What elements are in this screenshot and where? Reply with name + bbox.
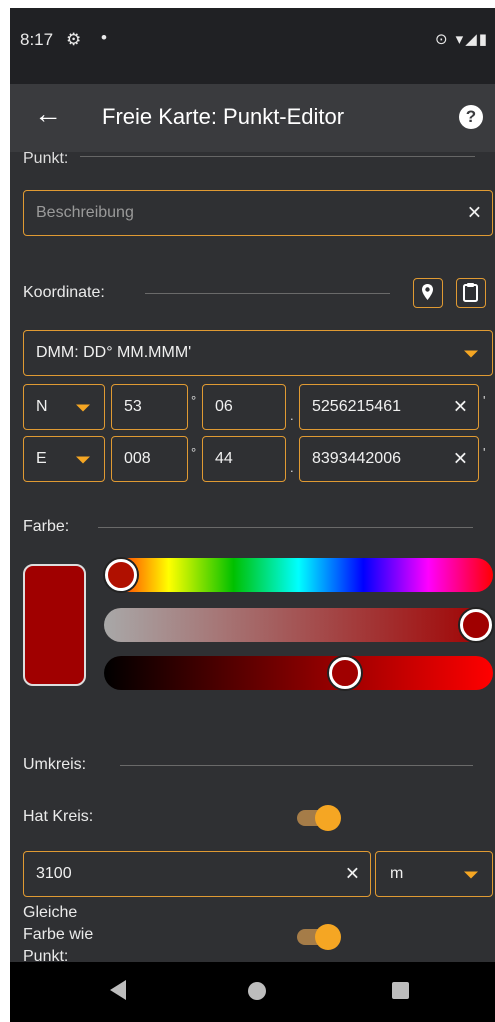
point-section-label: Punkt: — [23, 152, 69, 167]
saturation-slider-knob[interactable] — [460, 609, 492, 641]
minute-symbol: ' — [483, 393, 486, 408]
longitude-degrees-value: 008 — [124, 450, 151, 467]
color-section-label: Farbe: — [23, 518, 70, 535]
decimal-dot: . — [290, 460, 294, 475]
toggle-thumb — [315, 924, 341, 950]
latitude-minutes-input[interactable]: 06 — [202, 384, 286, 430]
decimal-dot: . — [290, 408, 294, 423]
latitude-minutes-value: 06 — [215, 398, 233, 415]
settings-icon: ⚙ — [66, 30, 82, 49]
status-time: 8:17 — [20, 30, 54, 49]
status-bar: 8:17 ⚙ • ⊙ ▾◢▮ — [10, 8, 495, 84]
brightness-slider-knob[interactable] — [328, 657, 361, 689]
degree-symbol: ° — [191, 393, 197, 408]
latitude-fraction-input[interactable]: 5256215461 ✕ — [299, 384, 479, 430]
clear-radius-icon[interactable]: ✕ — [345, 864, 360, 885]
circle-divider — [120, 765, 473, 766]
longitude-minutes-value: 44 — [215, 450, 233, 467]
point-section-divider — [80, 156, 475, 157]
toggle-thumb — [315, 805, 341, 831]
circle-section-label: Umkreis: — [23, 756, 87, 773]
clear-latitude-icon[interactable]: ✕ — [453, 397, 468, 418]
help-icon[interactable]: ? — [459, 105, 483, 129]
description-placeholder: Beschreibung — [36, 204, 134, 221]
has-circle-toggle[interactable] — [297, 805, 341, 831]
brightness-slider[interactable] — [104, 656, 493, 690]
chevron-down-icon — [464, 871, 478, 879]
has-circle-label: Hat Kreis: — [23, 808, 94, 825]
longitude-hemisphere-value: E — [36, 450, 47, 467]
radius-unit-value: m — [390, 865, 404, 882]
same-color-label-line-1: Gleiche — [23, 904, 78, 921]
chevron-down-icon — [76, 404, 90, 412]
radius-unit-select[interactable]: m — [375, 851, 493, 897]
editor-content[interactable]: Punkt: Beschreibung ✕ Koordinate: DMM: D… — [10, 152, 495, 962]
coordinate-section-label: Koordinate: — [23, 284, 105, 301]
nav-recents-icon[interactable] — [392, 982, 409, 999]
page-title: Freie Karte: Punkt-Editor — [102, 104, 345, 129]
paste-clipboard-button[interactable] — [456, 278, 486, 308]
hue-slider[interactable] — [104, 558, 493, 592]
clear-longitude-icon[interactable]: ✕ — [453, 449, 468, 470]
latitude-hemisphere-select[interactable]: N — [23, 384, 105, 430]
status-icons: ⊙ ▾◢▮ — [434, 31, 489, 48]
longitude-degrees-input[interactable]: 008 — [111, 436, 188, 482]
location-pin-button[interactable] — [413, 278, 443, 308]
same-color-label-line-3: Punkt: — [23, 948, 69, 962]
radius-value: 3100 — [36, 865, 72, 882]
phone-screen: 8:17 ⚙ • ⊙ ▾◢▮ ← Freie Karte: Punkt-Edit… — [10, 8, 495, 1022]
back-arrow-icon[interactable]: ← — [34, 98, 62, 130]
location-pin-icon — [422, 284, 433, 300]
coordinate-divider — [145, 293, 390, 294]
latitude-fraction-value: 5256215461 — [312, 398, 401, 415]
same-color-label-line-2: Farbe wie — [23, 926, 94, 943]
nav-back-icon[interactable] — [110, 980, 126, 1000]
nav-home-icon[interactable] — [248, 982, 266, 1000]
coordinate-format-select[interactable]: DMM: DD° MM.MMM' — [23, 330, 493, 376]
color-divider — [98, 527, 473, 528]
degree-symbol: ° — [191, 445, 197, 460]
clear-description-icon[interactable]: ✕ — [467, 203, 482, 224]
app-bar: ← Freie Karte: Punkt-Editor ? — [10, 84, 495, 152]
longitude-minutes-input[interactable]: 44 — [202, 436, 286, 482]
latitude-degrees-value: 53 — [124, 398, 142, 415]
coordinate-format-value: DMM: DD° MM.MMM' — [36, 344, 192, 361]
description-input[interactable]: Beschreibung ✕ — [23, 190, 493, 236]
radius-input[interactable]: 3100 ✕ — [23, 851, 371, 897]
longitude-hemisphere-select[interactable]: E — [23, 436, 105, 482]
hue-slider-knob[interactable] — [105, 559, 137, 591]
notification-dot-icon: • — [101, 28, 107, 47]
clipboard-icon — [463, 283, 478, 302]
color-preview-swatch — [23, 564, 86, 686]
minute-symbol: ' — [483, 445, 486, 460]
chevron-down-icon — [464, 350, 478, 358]
latitude-hemisphere-value: N — [36, 398, 48, 415]
longitude-fraction-value: 8393442006 — [312, 450, 401, 467]
saturation-slider[interactable] — [104, 608, 493, 642]
chevron-down-icon — [76, 456, 90, 464]
longitude-fraction-input[interactable]: 8393442006 ✕ — [299, 436, 479, 482]
same-color-toggle[interactable] — [297, 924, 341, 950]
latitude-degrees-input[interactable]: 53 — [111, 384, 188, 430]
system-nav-bar — [10, 962, 495, 1022]
